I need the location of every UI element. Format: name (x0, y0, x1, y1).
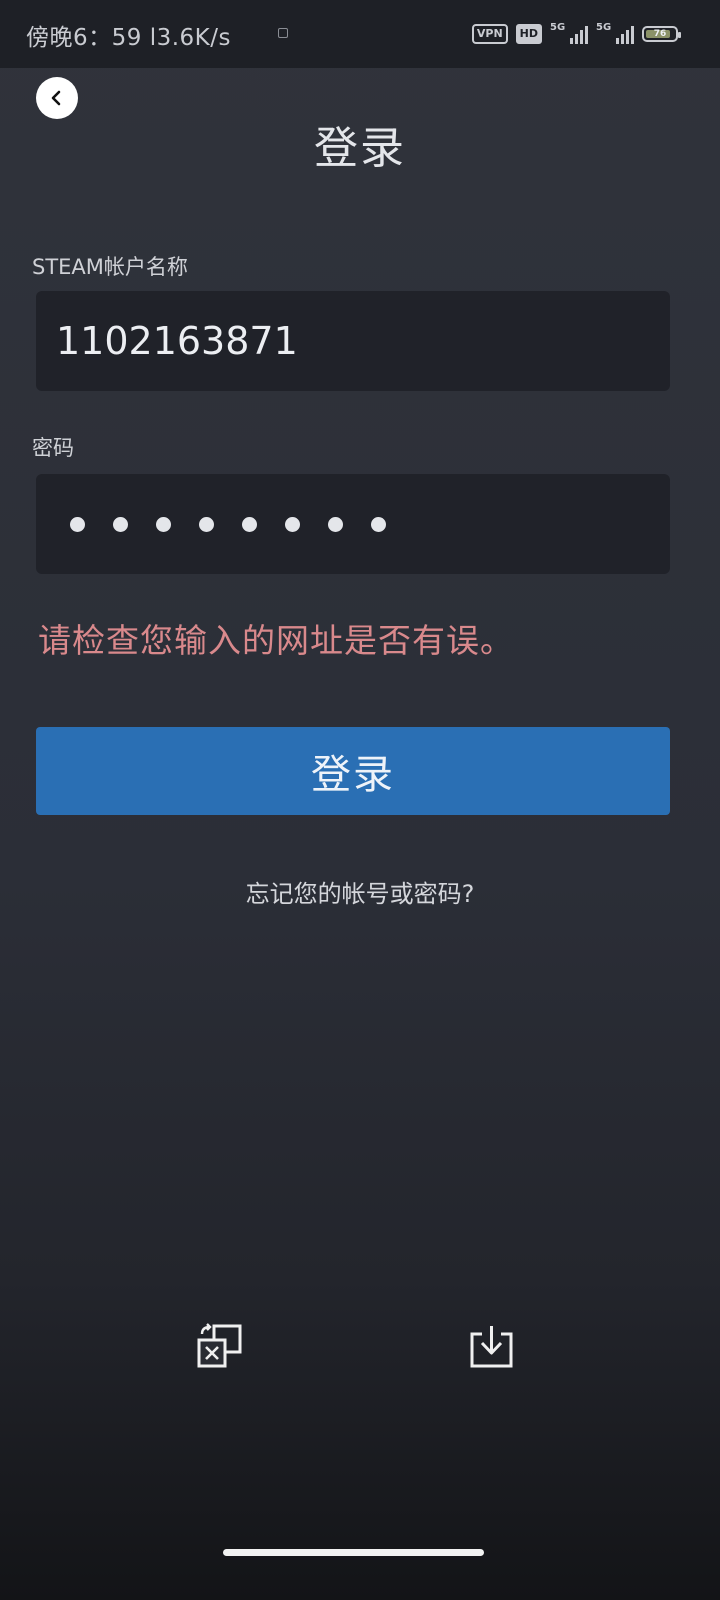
battery-icon: 76 (642, 26, 681, 42)
translate-icon[interactable] (196, 1322, 246, 1372)
signal-icon: 5G (596, 22, 634, 46)
download-icon[interactable] (467, 1322, 517, 1372)
password-dot (371, 516, 386, 532)
login-button[interactable]: 登录 (36, 727, 670, 815)
vpn-icon: VPN (471, 24, 508, 44)
username-value: 1102163871 (56, 319, 298, 363)
signal-icon: 5G (550, 22, 588, 46)
password-label: 密码 (32, 436, 74, 460)
status-time: 傍晚6：59 l3.6K/s (26, 25, 231, 51)
status-bar: 傍晚6：59 l3.6K/s VPN HD 5G 5G 76 (0, 0, 720, 68)
hd-icon: HD (515, 24, 542, 44)
forgot-password-link[interactable]: 忘记您的帐号或密码? (0, 874, 720, 909)
password-dot (242, 516, 257, 532)
page-title: 登录 (314, 123, 406, 174)
battery-level: 76 (653, 29, 667, 39)
password-dot (70, 516, 85, 532)
signal-type: 5G (596, 22, 612, 33)
notification-icon (278, 28, 288, 38)
home-indicator[interactable] (223, 1549, 484, 1556)
password-input[interactable] (36, 474, 670, 574)
username-input[interactable]: 1102163871 (36, 291, 670, 391)
username-label: STEAM帐户名称 (32, 255, 188, 279)
password-mask (70, 474, 386, 574)
password-dot (156, 516, 171, 532)
password-dot (328, 516, 343, 532)
status-indicators: VPN HD 5G 5G 76 (471, 22, 681, 46)
chevron-left-icon (51, 90, 61, 106)
signal-type: 5G (550, 22, 566, 33)
error-message: 请检查您输入的网址是否有误。 (38, 621, 514, 660)
password-dot (113, 516, 128, 532)
password-dot (285, 516, 300, 532)
password-dot (199, 516, 214, 532)
